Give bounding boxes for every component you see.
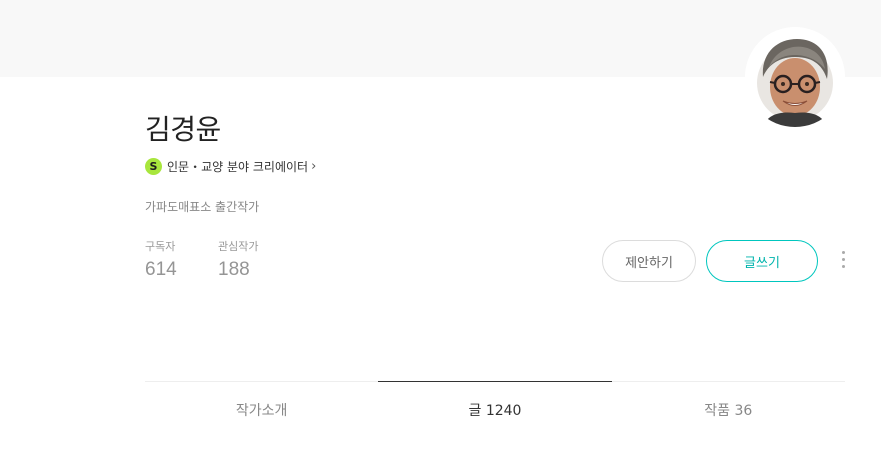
subscribers-label: 구독자 — [145, 240, 176, 253]
chevron-right-icon: › — [311, 158, 317, 174]
subscribers-stat[interactable]: 구독자 614 — [145, 240, 177, 281]
propose-button[interactable]: 제안하기 — [602, 240, 696, 282]
creator-badge-icon: S — [145, 157, 162, 175]
author-description: 가파도매표소 출간작가 — [145, 200, 260, 214]
tab-posts[interactable]: 글 1240 — [378, 381, 612, 441]
subscribers-count: 614 — [145, 259, 177, 280]
interest-authors-label: 관심작가 — [218, 240, 259, 253]
author-avatar[interactable] — [745, 27, 845, 127]
creator-category-link[interactable]: S 인문・교양 분야 크리에이터 › — [145, 157, 316, 175]
author-name: 김경윤 — [145, 113, 221, 146]
author-portrait-icon — [745, 27, 845, 127]
tab-works[interactable]: 작품 36 — [612, 382, 845, 441]
write-button[interactable]: 글쓰기 — [706, 240, 818, 282]
creator-category-label: 인문・교양 분야 크리에이터 — [167, 159, 309, 174]
profile-tabs: 작가소개 글 1240 작품 36 — [145, 381, 845, 441]
interest-authors-stat[interactable]: 관심작가 188 — [218, 240, 258, 281]
more-options-icon[interactable] — [836, 251, 850, 273]
tab-author-intro[interactable]: 작가소개 — [145, 382, 378, 441]
interest-authors-count: 188 — [218, 259, 250, 280]
